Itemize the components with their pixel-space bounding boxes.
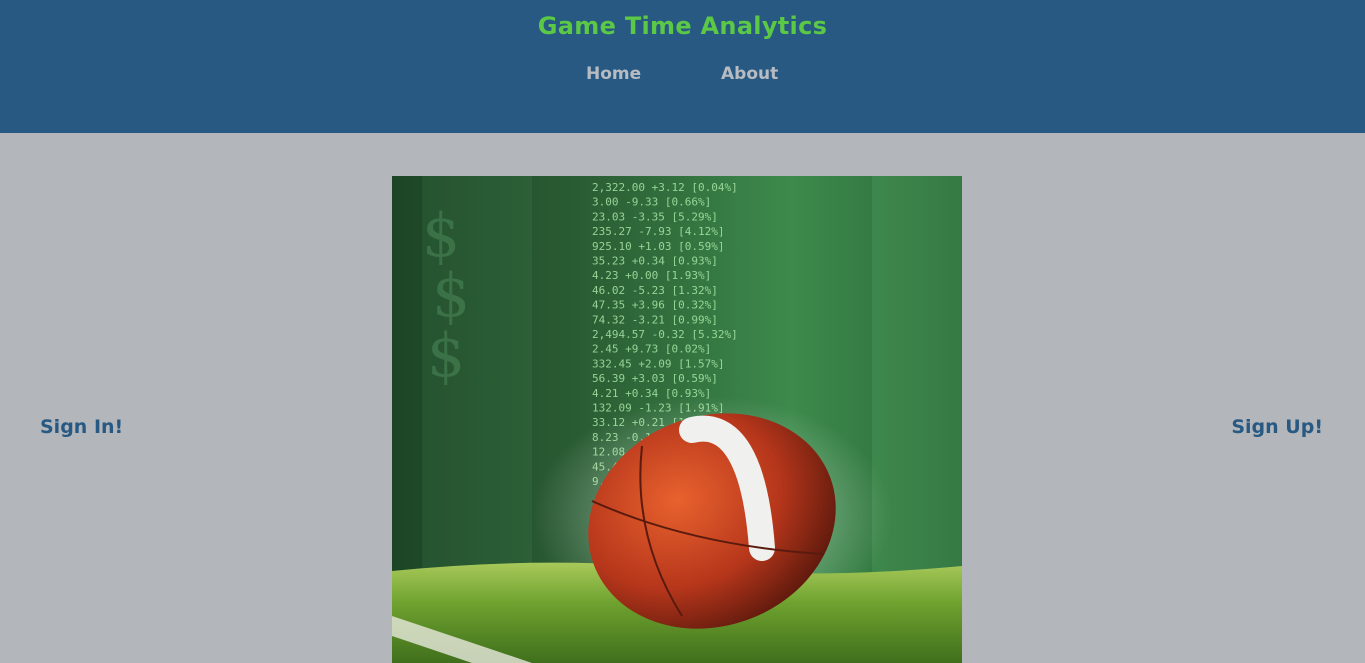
- site-title: Game Time Analytics: [537, 12, 828, 40]
- ticker-row: 74.32 -3.21 [0.99%]: [592, 313, 718, 326]
- hero-image: 2,322.00 +3.12 [0.04%] 3.00 -9.33 [0.66%]…: [392, 176, 962, 663]
- nav-about-link[interactable]: About: [721, 64, 778, 84]
- ticker-row: 925.10 +1.03 [0.59%]: [592, 240, 724, 253]
- ticker-row: 2,322.00 +3.12 [0.04%]: [592, 181, 738, 194]
- sign-in-link[interactable]: Sign In!: [40, 416, 123, 438]
- ticker-row: 46.02 -5.23 [1.32%]: [592, 284, 718, 297]
- site-header: Game Time Analytics Home About: [0, 0, 1365, 133]
- ticker-row: 47.35 +3.96 [0.32%]: [592, 299, 718, 312]
- svg-text:$: $: [427, 321, 465, 391]
- ticker-row: 23.03 -3.35 [5.29%]: [592, 210, 718, 223]
- ticker-row: 2.45 +9.73 [0.02%]: [592, 343, 711, 356]
- ticker-row: 235.27 -7.93 [4.12%]: [592, 225, 724, 238]
- ticker-row: 56.39 +3.03 [0.59%]: [592, 372, 718, 385]
- ticker-row: 2,494.57 -0.32 [5.32%]: [592, 328, 738, 341]
- ticker-row: 4.23 +0.00 [1.93%]: [592, 269, 711, 282]
- nav-home-link[interactable]: Home: [586, 64, 641, 84]
- ticker-row: 35.23 +0.34 [0.93%]: [592, 255, 718, 268]
- sign-up-link[interactable]: Sign Up!: [1231, 416, 1323, 438]
- ticker-row: 3.00 -9.33 [0.66%]: [592, 196, 711, 209]
- football-stats-illustration: 2,322.00 +3.12 [0.04%] 3.00 -9.33 [0.66%]…: [392, 176, 962, 663]
- ticker-row: 332.45 +2.09 [1.57%]: [592, 357, 724, 370]
